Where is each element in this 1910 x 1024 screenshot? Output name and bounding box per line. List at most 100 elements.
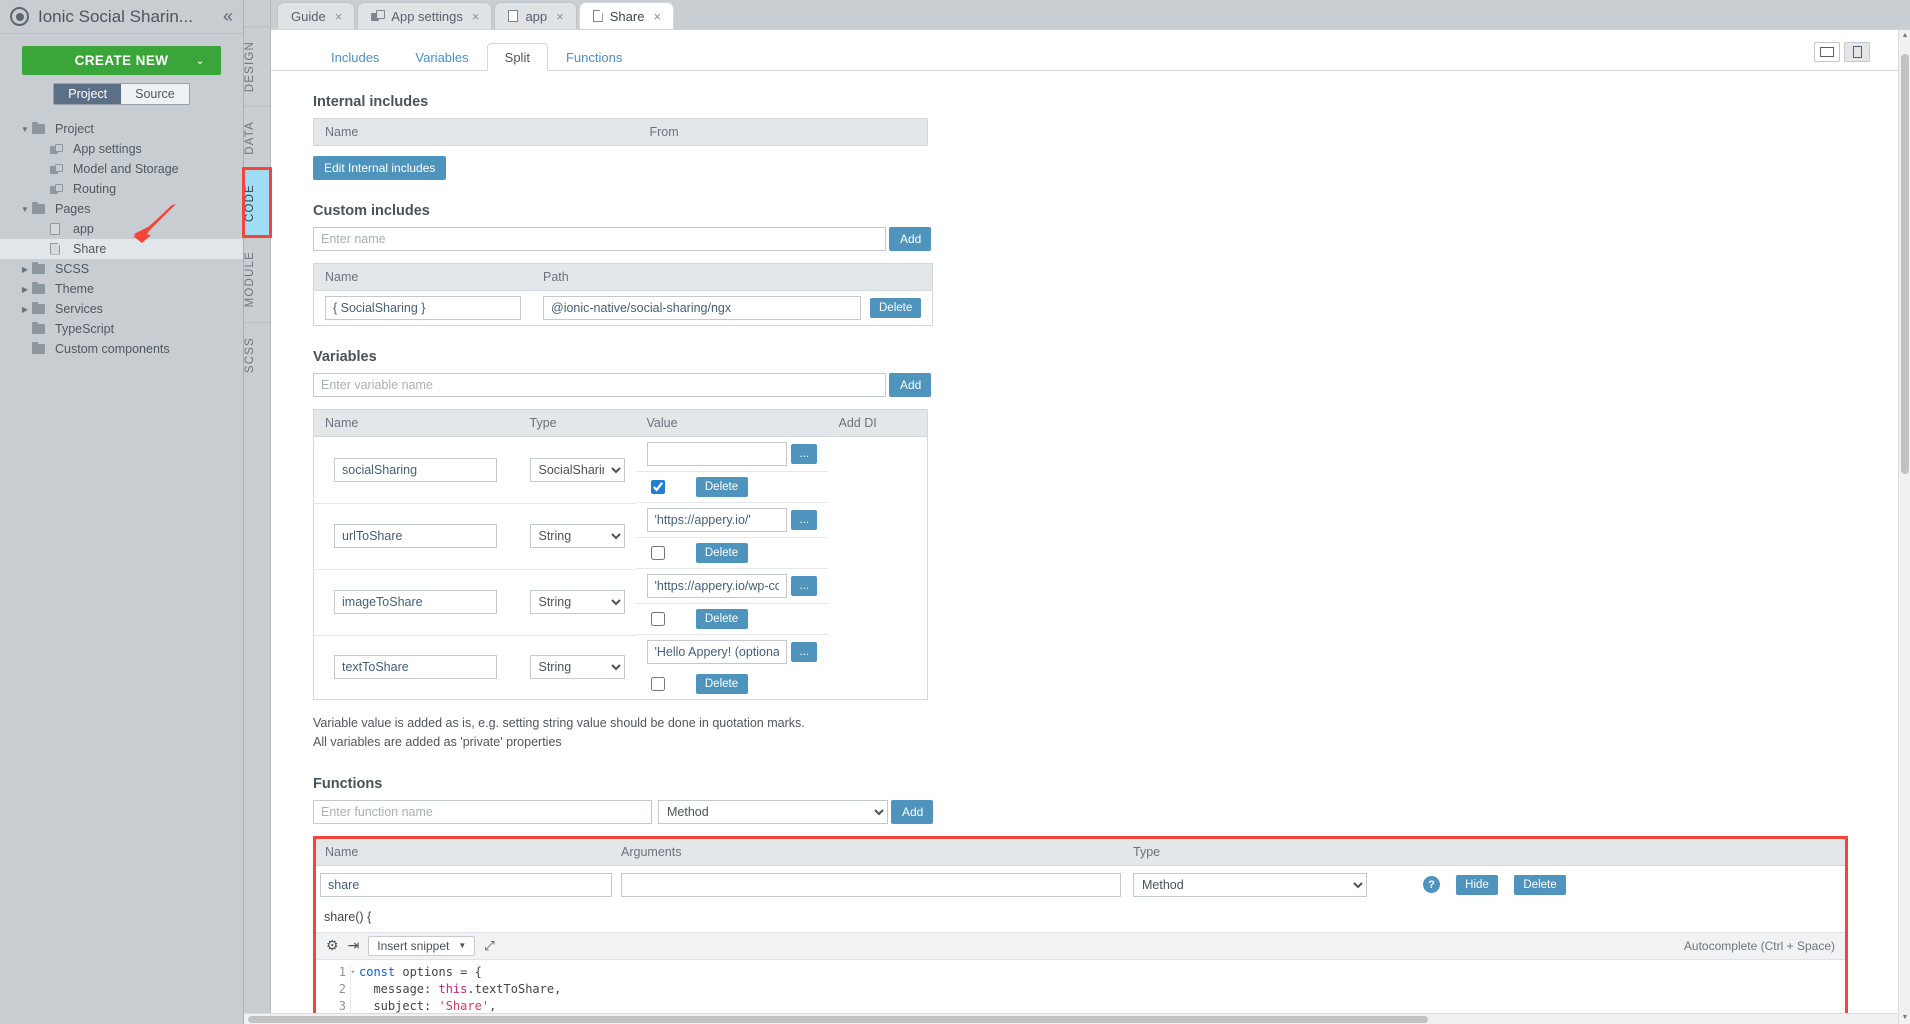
variable-add-di-checkbox[interactable] — [650, 480, 665, 494]
edit-internal-includes-button[interactable]: Edit Internal includes — [313, 156, 447, 180]
close-icon[interactable]: × — [472, 10, 480, 23]
rail-tab-data[interactable]: DATA — [244, 106, 270, 170]
custom-include-delete-button[interactable]: Delete — [870, 298, 922, 318]
variable-name-value[interactable] — [334, 457, 497, 482]
close-icon[interactable]: × — [556, 10, 564, 23]
variable-type-select[interactable]: String — [529, 655, 625, 680]
expand-icon[interactable]: ⤢ — [484, 938, 494, 954]
variables-note-line1: Variable value is added as is, e.g. sett… — [313, 716, 805, 730]
code-line[interactable]: const options = { — [359, 964, 1845, 981]
function-add-button[interactable]: Add — [891, 799, 933, 824]
file-tab-app-settings[interactable]: App settings × — [357, 2, 493, 29]
custom-include-path-value[interactable] — [543, 296, 861, 320]
twisty-icon[interactable]: ▼ — [18, 205, 32, 214]
custom-include-name-value[interactable] — [325, 296, 521, 320]
variable-value-picker-button[interactable]: ... — [790, 444, 817, 464]
insert-snippet-button[interactable]: Insert snippet ▼ — [368, 935, 476, 956]
function-name-value[interactable] — [320, 872, 612, 897]
vertical-split-button[interactable] — [1844, 42, 1870, 62]
collapse-sidebar-icon[interactable]: « — [223, 6, 233, 27]
variable-add-button[interactable]: Add — [889, 373, 931, 397]
variable-delete-button[interactable]: Delete — [695, 543, 748, 563]
variable-add-di-checkbox[interactable] — [650, 677, 665, 691]
rail-tab-design[interactable]: DESIGN — [244, 26, 270, 107]
function-name-input[interactable] — [313, 799, 652, 824]
tree-item-pages[interactable]: ▼ Pages — [0, 199, 243, 219]
variables-note-line2: All variables are added as 'private' pro… — [313, 735, 562, 750]
variable-delete-button[interactable]: Delete — [695, 609, 748, 629]
twisty-icon[interactable]: ▶ — [18, 265, 32, 274]
tab-includes[interactable]: Includes — [313, 43, 397, 71]
variable-name-value[interactable] — [334, 655, 497, 680]
tab-functions[interactable]: Functions — [548, 43, 640, 71]
tree-item-project[interactable]: ▼ Project — [0, 119, 243, 139]
rail-tab-scss[interactable]: SCSS — [244, 321, 270, 387]
horizontal-scrollbar[interactable] — [244, 1013, 1898, 1024]
variable-name-input[interactable] — [313, 373, 886, 397]
vertical-scroll-thumb[interactable] — [1901, 54, 1909, 474]
variable-name-value[interactable] — [334, 590, 497, 614]
function-table-header: Name Arguments Type — [316, 838, 1845, 866]
tree-item-typescript[interactable]: TypeScript — [0, 319, 243, 339]
rail-tab-code[interactable]: CODE — [242, 167, 272, 239]
tree-item-app-settings[interactable]: App settings — [0, 139, 243, 159]
variable-value-input[interactable] — [646, 508, 787, 532]
custom-include-add-button[interactable]: Add — [889, 227, 931, 251]
variable-value-picker-button[interactable]: ... — [790, 642, 817, 662]
tree-item-services[interactable]: ▶ Services — [0, 299, 243, 319]
horizontal-scroll-thumb[interactable] — [248, 1016, 1428, 1023]
custom-include-name-input[interactable] — [313, 227, 886, 251]
tree-item-routing[interactable]: Routing — [0, 179, 243, 199]
twisty-icon[interactable]: ▼ — [18, 125, 32, 134]
variable-value-picker-button[interactable]: ... — [790, 576, 817, 596]
table-row: String ... Delete — [313, 569, 928, 636]
file-tab-app[interactable]: app × — [494, 2, 577, 29]
file-tab-share[interactable]: Share × — [578, 2, 675, 29]
segment-project[interactable]: Project — [54, 84, 122, 104]
variable-type-select[interactable]: String — [529, 590, 625, 614]
variable-type-select[interactable]: String — [529, 524, 625, 548]
function-hide-button[interactable]: Hide — [1456, 874, 1498, 895]
tree-item-scss[interactable]: ▶ SCSS — [0, 259, 243, 279]
scroll-up-arrow[interactable]: ▲ — [1899, 30, 1910, 42]
close-icon[interactable]: × — [653, 10, 661, 23]
variable-add-di-checkbox[interactable] — [650, 546, 665, 560]
tree-item-app[interactable]: app — [0, 219, 243, 239]
rail-tab-module[interactable]: MODULE — [244, 236, 270, 322]
file-tab-label: Guide — [291, 8, 326, 24]
scroll-down-arrow[interactable]: ▼ — [1899, 1012, 1910, 1024]
horizontal-split-button[interactable] — [1814, 42, 1840, 62]
variable-value-input[interactable] — [646, 442, 787, 466]
variable-value-input[interactable] — [646, 574, 787, 598]
tree-item-theme[interactable]: ▶ Theme — [0, 279, 243, 299]
vertical-scrollbar[interactable]: ▲ ▼ — [1898, 30, 1910, 1024]
variable-value-picker-button[interactable]: ... — [790, 510, 817, 530]
fold-icon[interactable]: ▾ — [351, 964, 355, 981]
indent-icon[interactable]: ⇥ — [348, 937, 360, 954]
function-type-select[interactable]: Method — [658, 799, 888, 824]
close-icon[interactable]: × — [335, 10, 343, 23]
tab-split[interactable]: Split — [486, 43, 548, 71]
variable-delete-button[interactable]: Delete — [695, 477, 748, 497]
variable-value-input[interactable] — [646, 640, 787, 664]
gear-icon[interactable]: ⚙ — [326, 937, 339, 954]
twisty-icon[interactable]: ▶ — [18, 305, 32, 314]
function-arguments-value[interactable] — [621, 872, 1121, 897]
tree-item-model-and-storage[interactable]: Model and Storage — [0, 159, 243, 179]
editor-mode-rail: DESIGN DATA CODE MODULE SCSS — [242, 0, 272, 1024]
variable-type-select[interactable]: SocialSharing — [529, 457, 625, 482]
code-line[interactable]: message: this.textToShare, — [359, 981, 1845, 998]
function-delete-button[interactable]: Delete — [1514, 874, 1566, 895]
function-row-type-select[interactable]: Method — [1133, 872, 1367, 897]
create-new-button[interactable]: CREATE NEW ⌄ — [22, 46, 221, 75]
twisty-icon[interactable]: ▶ — [18, 285, 32, 294]
tree-item-share[interactable]: Share — [0, 239, 243, 259]
variable-delete-button[interactable]: Delete — [695, 674, 748, 694]
tab-variables[interactable]: Variables — [397, 43, 486, 71]
tree-item-custom-components[interactable]: Custom components — [0, 339, 243, 359]
file-tab-guide[interactable]: Guide × — [277, 2, 356, 29]
variable-name-value[interactable] — [334, 524, 497, 548]
variable-add-di-checkbox[interactable] — [650, 612, 665, 626]
help-icon[interactable]: ? — [1423, 876, 1440, 894]
segment-source[interactable]: Source — [121, 84, 189, 104]
